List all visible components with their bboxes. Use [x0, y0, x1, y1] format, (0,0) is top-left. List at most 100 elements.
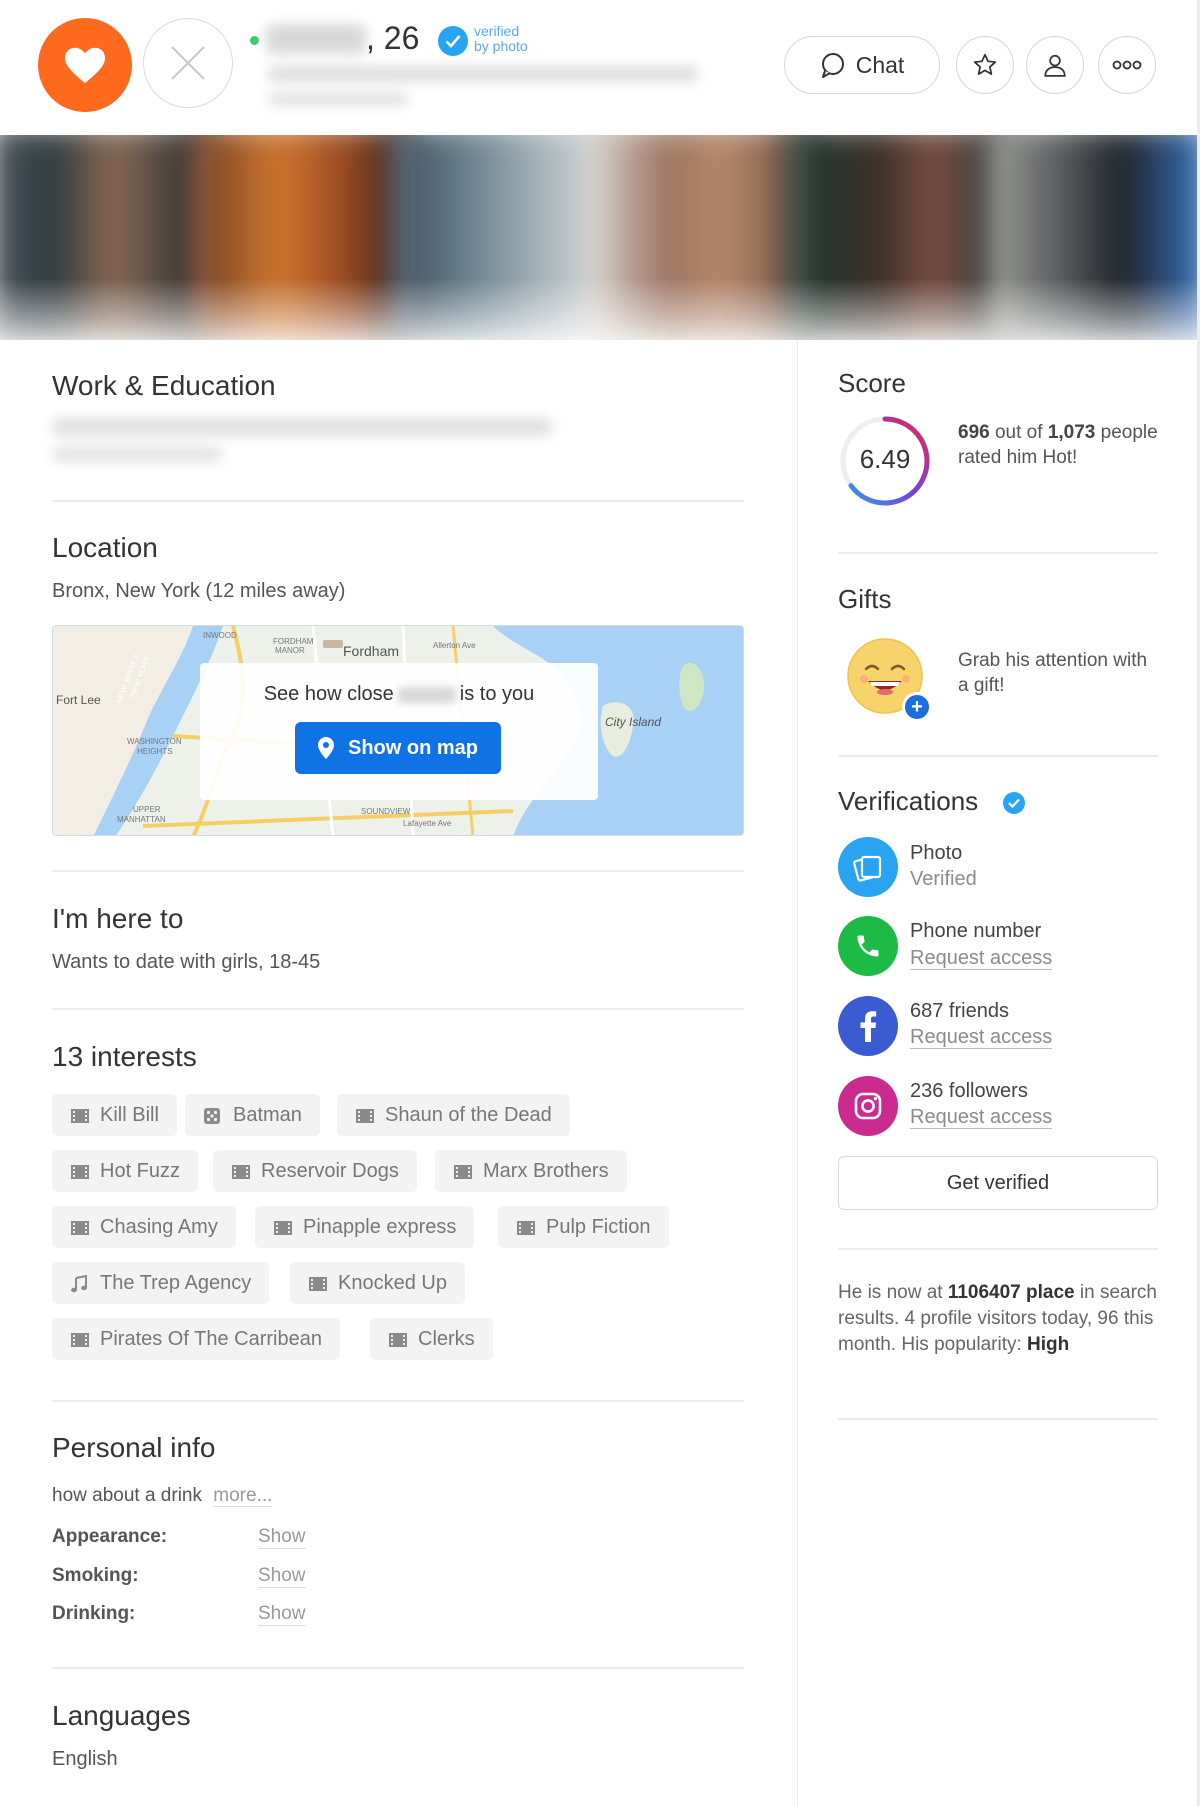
interest-chip[interactable]: Knocked Up — [290, 1262, 465, 1304]
blurred-subtitle — [268, 66, 698, 82]
rated-count: 696 — [958, 422, 990, 443]
map-label-upper-manhattan: MANHATTAN — [117, 815, 166, 824]
verified-label-line2: by photo — [474, 38, 528, 54]
star-icon — [973, 53, 997, 75]
facebook-verification-icon — [838, 996, 898, 1056]
profile-photo[interactable] — [0, 135, 210, 340]
map-pin-icon — [318, 737, 334, 759]
personal-info-section-title: Personal info — [52, 1432, 216, 1463]
profile-photo[interactable] — [390, 135, 610, 340]
facebook-request-access-link[interactable]: Request access — [910, 1026, 1053, 1049]
interest-chip[interactable]: The Trep Agency — [52, 1262, 270, 1304]
interest-chip[interactable]: Chasing Amy — [52, 1206, 236, 1248]
profile-photo[interactable] — [190, 135, 410, 340]
map-label-heights: HEIGHTS — [137, 747, 173, 756]
interest-chip[interactable]: Kill Bill — [52, 1094, 177, 1136]
interest-chip[interactable]: Batman — [185, 1094, 320, 1136]
interest-chip[interactable]: Pirates Of The Carribean — [52, 1318, 340, 1360]
profile-photo[interactable] — [790, 135, 1010, 340]
chat-bubble-icon — [821, 53, 844, 78]
map-label-lafayette: Lafayette Ave — [403, 819, 452, 828]
rated-total: 1,073 — [1047, 422, 1096, 443]
chat-button[interactable]: Chat — [784, 36, 940, 94]
film-icon — [308, 1275, 328, 1291]
interest-label: Clerks — [418, 1327, 475, 1350]
show-on-map-button[interactable]: Show on map — [295, 722, 501, 774]
film-icon — [70, 1107, 90, 1123]
music-note-icon — [70, 1274, 90, 1293]
interest-chip[interactable]: Marx Brothers — [435, 1150, 627, 1192]
instagram-verification-icon — [838, 1076, 898, 1136]
profile-stats-text: He is now at 1106407 place in search res… — [838, 1280, 1158, 1358]
profile-photo[interactable] — [590, 135, 810, 340]
verified-check-icon — [438, 26, 468, 56]
dislike-button[interactable] — [143, 18, 233, 108]
interest-chip[interactable]: Hot Fuzz — [52, 1150, 199, 1192]
phone-request-access-link[interactable]: Request access — [910, 947, 1053, 970]
drinking-label: Drinking: — [52, 1603, 136, 1624]
blurred-subtitle-2 — [268, 92, 408, 106]
section-divider — [838, 1248, 1158, 1250]
get-verified-button[interactable]: Get verified — [838, 1156, 1158, 1210]
facebook-icon — [860, 1011, 877, 1042]
interest-label: Knocked Up — [338, 1271, 447, 1294]
film-icon — [453, 1163, 473, 1179]
map-label-city-island: City Island — [605, 715, 661, 729]
user-age: , 26 — [366, 20, 420, 56]
section-divider — [838, 755, 1158, 757]
blurred-work-text-2 — [52, 446, 222, 462]
drinking-show-link[interactable]: Show — [258, 1603, 306, 1626]
profile-button[interactable] — [1026, 36, 1084, 94]
interest-label: Kill Bill — [100, 1103, 159, 1126]
chat-label: Chat — [855, 51, 905, 78]
column-divider — [797, 340, 798, 1806]
blurred-name-inline — [397, 686, 456, 703]
location-text: Bronx, New York (12 miles away) — [52, 580, 346, 602]
phone-verification-icon — [838, 916, 898, 976]
facebook-request-access-label: Request access — [910, 1026, 1053, 1049]
map-label-fordham: Fordham — [343, 643, 399, 659]
map-prompt: See how close is to you — [200, 683, 598, 706]
interest-label: Chasing Amy — [100, 1215, 218, 1238]
interest-label: Shaun of the Dead — [385, 1103, 552, 1126]
interest-label: Hot Fuzz — [100, 1159, 181, 1182]
dice-icon — [203, 1107, 223, 1124]
here-to-text: Wants to date with girls, 18-45 — [52, 951, 321, 973]
appearance-show-link[interactable]: Show — [258, 1526, 306, 1549]
like-button[interactable] — [38, 18, 132, 112]
favorite-button[interactable] — [956, 36, 1014, 94]
section-divider — [52, 500, 744, 502]
more-link[interactable]: more... — [213, 1485, 273, 1507]
interest-label: Pulp Fiction — [546, 1215, 651, 1238]
interest-chip[interactable]: Pulp Fiction — [498, 1206, 669, 1248]
verifications-check-icon — [1003, 792, 1025, 814]
languages-text: English — [52, 1748, 118, 1770]
user-icon — [1044, 54, 1066, 77]
interest-chip[interactable]: Reservoir Dogs — [213, 1150, 417, 1192]
close-icon — [171, 46, 205, 80]
film-icon — [70, 1331, 90, 1347]
interest-chip[interactable]: Pinapple express — [255, 1206, 475, 1248]
interest-label: The Trep Agency — [100, 1271, 252, 1294]
interest-label: Reservoir Dogs — [261, 1159, 399, 1182]
photo-verification-title: Photo — [910, 842, 963, 864]
add-gift-button[interactable]: + — [902, 692, 932, 722]
map-label-soundview: SOUNDVIEW — [361, 807, 411, 816]
verifications-section-title: Verifications — [838, 786, 979, 816]
online-status-dot — [250, 36, 259, 45]
film-icon — [70, 1219, 90, 1235]
blurred-name — [266, 24, 366, 54]
section-divider — [52, 1400, 744, 1402]
interest-chip[interactable]: Clerks — [370, 1318, 493, 1360]
here-to-section-title: I'm here to — [52, 903, 184, 934]
interest-chip[interactable]: Shaun of the Dead — [337, 1094, 570, 1136]
smoking-show-link[interactable]: Show — [258, 1565, 306, 1588]
photo-gallery — [0, 135, 1200, 340]
popularity-value: High — [1027, 1334, 1070, 1355]
map-label-allerton: Allerton Ave — [433, 641, 476, 650]
profile-photo[interactable] — [990, 135, 1200, 340]
work-section-title: Work & Education — [52, 370, 276, 401]
more-options-button[interactable] — [1098, 36, 1156, 94]
map-label-manor: MANOR — [275, 646, 305, 655]
instagram-request-access-link[interactable]: Request access — [910, 1106, 1053, 1129]
